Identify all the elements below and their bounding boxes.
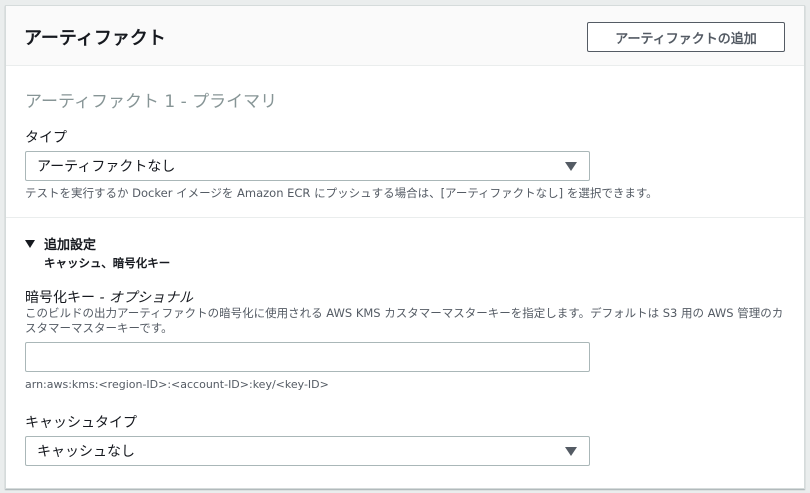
section-divider (6, 217, 804, 218)
additional-settings-toggle[interactable]: 追加設定 (25, 234, 96, 253)
artifacts-panel: アーティファクト アーティファクトの追加 アーティファクト 1 - プライマリ … (5, 5, 805, 489)
caret-down-icon (565, 162, 577, 171)
panel-header: アーティファクト アーティファクトの追加 (6, 6, 804, 66)
type-label: タイプ (25, 130, 67, 146)
add-artifact-button[interactable]: アーティファクトの追加 (587, 22, 785, 52)
artifact-type-select[interactable]: アーティファクトなし (25, 151, 590, 181)
encryption-key-label-text: 暗号化キー (25, 290, 95, 306)
caret-down-icon (565, 447, 577, 456)
encryption-key-description: このビルドの出力アーティファクトの暗号化に使用される AWS KMS カスタマー… (25, 306, 784, 335)
expanded-triangle-icon (25, 239, 35, 248)
type-hint: テストを実行するか Docker イメージを Amazon ECR にプッシュす… (25, 186, 658, 200)
artifact-type-selected-value: アーティファクトなし (37, 159, 176, 175)
encryption-key-input[interactable] (25, 342, 590, 372)
encryption-key-label: 暗号化キー - オプショナル (25, 287, 193, 307)
additional-settings-subtitle: キャッシュ、暗号化キー (44, 256, 171, 270)
optional-label: - オプショナル (95, 290, 193, 306)
cache-type-select[interactable]: キャッシュなし (25, 436, 590, 466)
cache-type-label: キャッシュタイプ (25, 415, 137, 431)
encryption-key-format-hint: arn:aws:kms:<region-ID>:<account-ID>:key… (25, 378, 329, 391)
artifact-section-title: アーティファクト 1 - プライマリ (25, 92, 278, 112)
additional-settings-label: 追加設定 (44, 238, 97, 253)
panel-title: アーティファクト (24, 28, 166, 49)
cache-type-selected-value: キャッシュなし (37, 444, 135, 460)
